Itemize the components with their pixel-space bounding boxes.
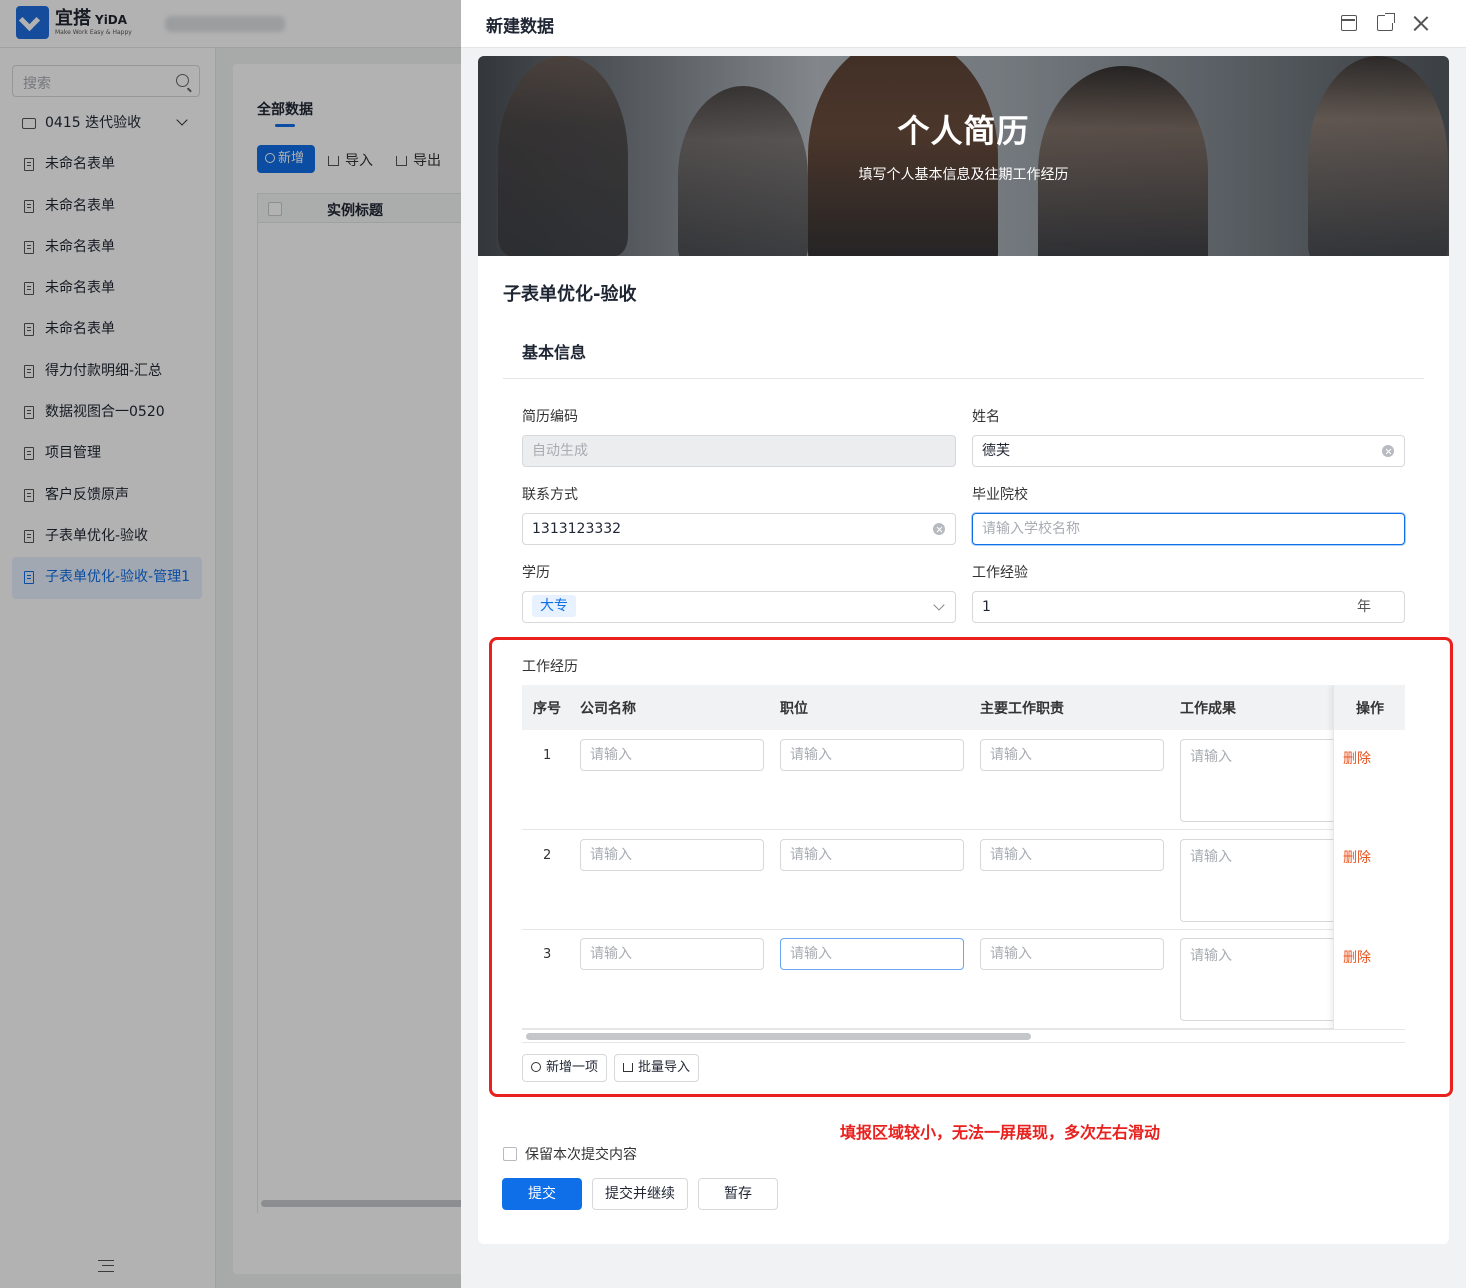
- open-new-window-icon[interactable]: [1377, 13, 1395, 31]
- banner-subtitle: 填写个人基本信息及往期工作经历: [858, 167, 1069, 183]
- experience-unit: 年: [1357, 599, 1371, 615]
- save-draft-button[interactable]: 暂存: [698, 1178, 778, 1210]
- resume-code-field: 自动生成: [522, 435, 956, 467]
- resume-code-label: 简历编码: [522, 409, 578, 425]
- education-tag: 大专: [532, 595, 576, 617]
- education-label: 学历: [522, 565, 550, 581]
- drawer-title: 新建数据: [486, 17, 554, 37]
- layout-icon[interactable]: [1341, 15, 1357, 31]
- checkbox[interactable]: [503, 1147, 517, 1161]
- chevron-down-icon: [933, 599, 945, 611]
- form-name: 子表单优化-验收: [503, 284, 637, 305]
- drawer-header: 新建数据: [461, 0, 1466, 48]
- clear-icon[interactable]: [1382, 445, 1394, 457]
- contact-label: 联系方式: [522, 487, 578, 503]
- school-label: 毕业院校: [972, 487, 1028, 503]
- section-title-basic-info: 基本信息: [522, 343, 587, 362]
- modal-overlay[interactable]: [0, 0, 461, 1288]
- submit-continue-button[interactable]: 提交并继续: [592, 1178, 688, 1210]
- close-icon[interactable]: [1413, 15, 1429, 31]
- keep-content-checkbox[interactable]: 保留本次提交内容: [503, 1144, 637, 1164]
- experience-field[interactable]: 1年: [972, 591, 1405, 623]
- experience-label: 工作经验: [972, 565, 1028, 581]
- annotation-highlight-box: [489, 637, 1453, 1097]
- annotation-text: 填报区域较小，无法一屏展现，多次左右滑动: [840, 1123, 1161, 1142]
- contact-field[interactable]: 1313123332: [522, 513, 956, 545]
- name-field[interactable]: 德芙: [972, 435, 1405, 467]
- banner-title: 个人简历: [897, 112, 1030, 150]
- section-divider: [503, 378, 1424, 379]
- school-field[interactable]: 请输入学校名称: [972, 513, 1405, 545]
- name-label: 姓名: [972, 409, 1000, 425]
- submit-button[interactable]: 提交: [502, 1178, 582, 1210]
- clear-icon[interactable]: [933, 523, 945, 535]
- education-select[interactable]: 大专: [522, 591, 956, 623]
- banner-image: 个人简历 填写个人基本信息及往期工作经历: [478, 56, 1449, 256]
